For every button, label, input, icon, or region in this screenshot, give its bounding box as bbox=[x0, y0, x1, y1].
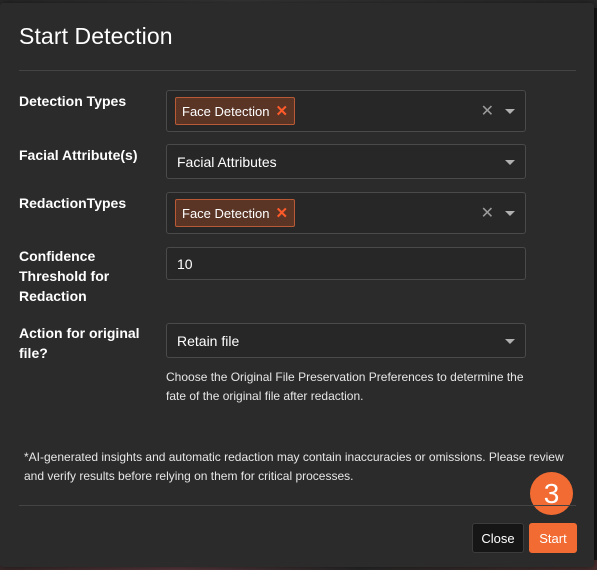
original-file-help-text: Choose the Original File Preservation Pr… bbox=[166, 370, 524, 403]
chip-label: Face Detection bbox=[182, 103, 270, 119]
redaction-types-select[interactable]: Face Detection ✕ ✕ bbox=[166, 192, 526, 234]
dialog-title: Start Detection bbox=[19, 23, 173, 49]
start-detection-dialog: Start Detection Detection Types Face Det… bbox=[0, 3, 594, 567]
caret-down-icon[interactable] bbox=[505, 109, 515, 114]
original-file-action-value: Retain file bbox=[177, 332, 240, 349]
caret-down-icon[interactable] bbox=[505, 159, 515, 165]
confidence-threshold-value: 10 bbox=[177, 255, 193, 272]
redaction-types-label: RedactionTypes bbox=[19, 195, 127, 211]
facial-attributes-value: Facial Attributes bbox=[177, 153, 277, 170]
facial-attributes-select[interactable]: Facial Attributes bbox=[166, 144, 526, 179]
detection-types-label: Detection Types bbox=[19, 93, 127, 109]
ai-disclaimer: *AI-generated insights and automatic red… bbox=[24, 450, 564, 483]
caret-down-icon[interactable] bbox=[505, 211, 515, 216]
redaction-type-chip: Face Detection ✕ bbox=[175, 199, 296, 227]
original-file-action-select[interactable]: Retain file bbox=[166, 323, 526, 358]
confidence-threshold-input[interactable]: 10 bbox=[166, 247, 526, 280]
header-divider bbox=[19, 70, 576, 71]
detection-types-select[interactable]: Face Detection ✕ ✕ bbox=[166, 90, 526, 132]
close-button[interactable]: Close bbox=[472, 523, 524, 553]
clear-icon[interactable]: ✕ bbox=[481, 101, 494, 121]
remove-chip-icon[interactable]: ✕ bbox=[275, 102, 288, 120]
remove-chip-icon[interactable]: ✕ bbox=[275, 204, 288, 222]
facial-attributes-label: Facial Attribute(s) bbox=[19, 147, 138, 163]
original-file-action-label: Action for original file? bbox=[19, 325, 140, 361]
clear-icon[interactable]: ✕ bbox=[481, 203, 494, 223]
start-button[interactable]: Start bbox=[529, 523, 577, 553]
confidence-threshold-label: Confidence Threshold for Redaction bbox=[19, 248, 110, 304]
caret-down-icon[interactable] bbox=[505, 338, 515, 344]
chip-label: Face Detection bbox=[182, 205, 270, 221]
detection-type-chip: Face Detection ✕ bbox=[175, 97, 296, 125]
footer-divider bbox=[19, 505, 576, 506]
step-badge: 3 bbox=[530, 472, 573, 515]
